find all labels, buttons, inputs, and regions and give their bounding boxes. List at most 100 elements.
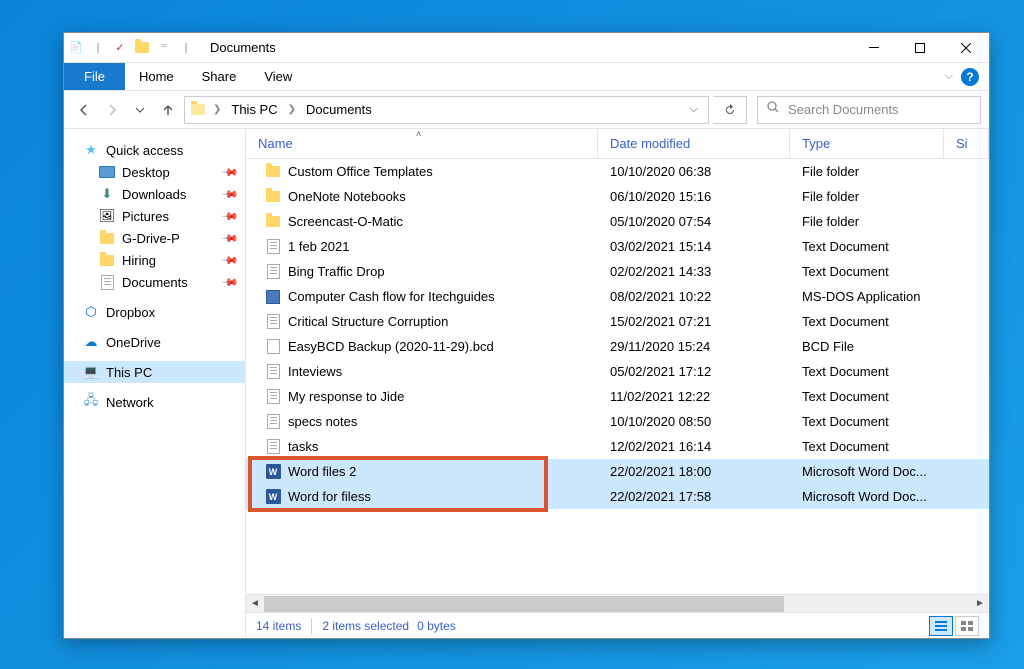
- file-icon: [264, 314, 282, 330]
- forward-button[interactable]: [100, 98, 124, 122]
- view-tab[interactable]: View: [250, 63, 306, 90]
- file-row[interactable]: 1 feb 202103/02/2021 15:14Text Document: [246, 234, 989, 259]
- file-date: 03/02/2021 15:14: [598, 239, 790, 254]
- file-name: specs notes: [288, 414, 357, 429]
- sidebar-item-documents[interactable]: Documents 📌: [64, 271, 245, 293]
- file-icon: [264, 339, 282, 355]
- share-tab[interactable]: Share: [188, 63, 251, 90]
- file-row[interactable]: My response to Jide11/02/2021 12:22Text …: [246, 384, 989, 409]
- sidebar-item-desktop[interactable]: Desktop📌: [64, 161, 245, 183]
- close-button[interactable]: [943, 33, 989, 63]
- properties-icon[interactable]: 📄: [68, 40, 84, 56]
- scroll-track[interactable]: [264, 595, 971, 613]
- file-type: MS-DOS Application: [790, 289, 944, 304]
- scroll-right-button[interactable]: ►: [971, 595, 989, 613]
- sidebar-item-onedrive[interactable]: ☁OneDrive: [64, 331, 245, 353]
- file-row[interactable]: Critical Structure Corruption15/02/2021 …: [246, 309, 989, 334]
- file-row[interactable]: WWord files 222/02/2021 18:00Microsoft W…: [246, 459, 989, 484]
- thumbnails-view-button[interactable]: [955, 616, 979, 636]
- file-row[interactable]: Inteviews05/02/2021 17:12Text Document: [246, 359, 989, 384]
- minimize-button[interactable]: [851, 33, 897, 63]
- file-date: 05/02/2021 17:12: [598, 364, 790, 379]
- file-row[interactable]: Screencast-O-Matic05/10/2020 07:54File f…: [246, 209, 989, 234]
- file-row[interactable]: specs notes10/10/2020 08:50Text Document: [246, 409, 989, 434]
- column-type[interactable]: Type: [790, 129, 944, 158]
- breadcrumb-separator[interactable]: ❯: [284, 104, 300, 115]
- sidebar-item-dropbox[interactable]: ⬡Dropbox: [64, 301, 245, 323]
- file-name: Critical Structure Corruption: [288, 314, 448, 329]
- search-input[interactable]: [788, 102, 972, 117]
- home-tab[interactable]: Home: [125, 63, 188, 90]
- folder-icon[interactable]: [134, 40, 150, 56]
- breadcrumb-this-pc[interactable]: This PC: [227, 100, 281, 119]
- file-row[interactable]: Custom Office Templates10/10/2020 06:38F…: [246, 159, 989, 184]
- refresh-button[interactable]: [713, 96, 747, 124]
- help-icon[interactable]: ?: [961, 68, 979, 86]
- sidebar-item-hiring[interactable]: Hiring📌: [64, 249, 245, 271]
- file-type: Text Document: [790, 439, 944, 454]
- pictures-icon: 🖼: [98, 208, 116, 224]
- star-icon: ★: [82, 142, 100, 158]
- column-name[interactable]: Name: [246, 129, 598, 158]
- file-name: Custom Office Templates: [288, 164, 433, 179]
- horizontal-scrollbar[interactable]: ◄ ►: [246, 594, 989, 612]
- up-button[interactable]: [156, 98, 180, 122]
- search-box[interactable]: [757, 96, 981, 124]
- check-icon[interactable]: ✓: [112, 40, 128, 56]
- sidebar-item-label: G-Drive-P: [122, 231, 180, 246]
- status-selected-count: 2 items selected: [322, 619, 409, 633]
- file-row[interactable]: WWord for filess22/02/2021 17:58Microsof…: [246, 484, 989, 509]
- window-title: Documents: [210, 40, 276, 55]
- file-icon: W: [264, 464, 282, 480]
- details-view-button[interactable]: [929, 616, 953, 636]
- cloud-icon: ☁: [82, 334, 100, 350]
- breadcrumb-separator[interactable]: ❯: [209, 104, 225, 115]
- file-row[interactable]: EasyBCD Backup (2020-11-29).bcd29/11/202…: [246, 334, 989, 359]
- sidebar-item-label: Desktop: [122, 165, 170, 180]
- file-icon: [264, 389, 282, 405]
- column-date-modified[interactable]: Date modified: [598, 129, 790, 158]
- file-date: 11/02/2021 12:22: [598, 389, 790, 404]
- pin-icon: 📌: [221, 273, 240, 292]
- file-list[interactable]: Custom Office Templates10/10/2020 06:38F…: [246, 159, 989, 594]
- maximize-button[interactable]: [897, 33, 943, 63]
- sidebar-item-network[interactable]: 🖧Network: [64, 391, 245, 413]
- file-date: 06/10/2020 15:16: [598, 189, 790, 204]
- breadcrumb-documents[interactable]: Documents: [302, 100, 376, 119]
- sidebar-item-gdrive[interactable]: G-Drive-P📌: [64, 227, 245, 249]
- file-row[interactable]: tasks12/02/2021 16:14Text Document: [246, 434, 989, 459]
- back-button[interactable]: [72, 98, 96, 122]
- file-type: Microsoft Word Doc...: [790, 489, 944, 504]
- sidebar-item-pictures[interactable]: 🖼Pictures📌: [64, 205, 245, 227]
- recent-locations-button[interactable]: [128, 98, 152, 122]
- status-bar: 14 items 2 items selected 0 bytes: [246, 612, 989, 638]
- sidebar-item-label: Pictures: [122, 209, 169, 224]
- file-row[interactable]: Bing Traffic Drop02/02/2021 14:33Text Do…: [246, 259, 989, 284]
- sidebar-item-quick-access[interactable]: ★Quick access: [64, 139, 245, 161]
- file-name: Bing Traffic Drop: [288, 264, 385, 279]
- file-type: Text Document: [790, 414, 944, 429]
- sidebar-item-this-pc[interactable]: 💻This PC: [64, 361, 245, 383]
- navigation-pane[interactable]: ★Quick access Desktop📌 ⬇Downloads📌 🖼Pict…: [64, 129, 246, 638]
- sidebar-item-downloads[interactable]: ⬇Downloads📌: [64, 183, 245, 205]
- address-bar[interactable]: ❯ This PC ❯ Documents ⌵: [184, 96, 709, 124]
- file-row[interactable]: OneNote Notebooks06/10/2020 15:16File fo…: [246, 184, 989, 209]
- chevron-down-icon[interactable]: ⌵: [945, 70, 953, 83]
- download-icon: ⬇: [98, 186, 116, 202]
- scroll-left-button[interactable]: ◄: [246, 595, 264, 613]
- location-folder-icon: [189, 101, 207, 119]
- scroll-thumb[interactable]: [264, 596, 784, 612]
- address-dropdown-icon[interactable]: ⌵: [684, 103, 704, 116]
- file-icon: [264, 439, 282, 455]
- qat-dropdown-icon[interactable]: ⁼: [156, 40, 172, 56]
- file-icon: [264, 214, 282, 230]
- sidebar-item-label: Documents: [122, 275, 188, 290]
- file-row[interactable]: Computer Cash flow for Itechguides08/02/…: [246, 284, 989, 309]
- file-icon: [264, 414, 282, 430]
- qat-separator: |: [178, 40, 194, 56]
- file-tab[interactable]: File: [64, 63, 125, 90]
- column-size[interactable]: Si: [944, 129, 989, 158]
- titlebar[interactable]: 📄 | ✓ ⁼ | Documents: [64, 33, 989, 63]
- file-date: 02/02/2021 14:33: [598, 264, 790, 279]
- file-icon: [264, 239, 282, 255]
